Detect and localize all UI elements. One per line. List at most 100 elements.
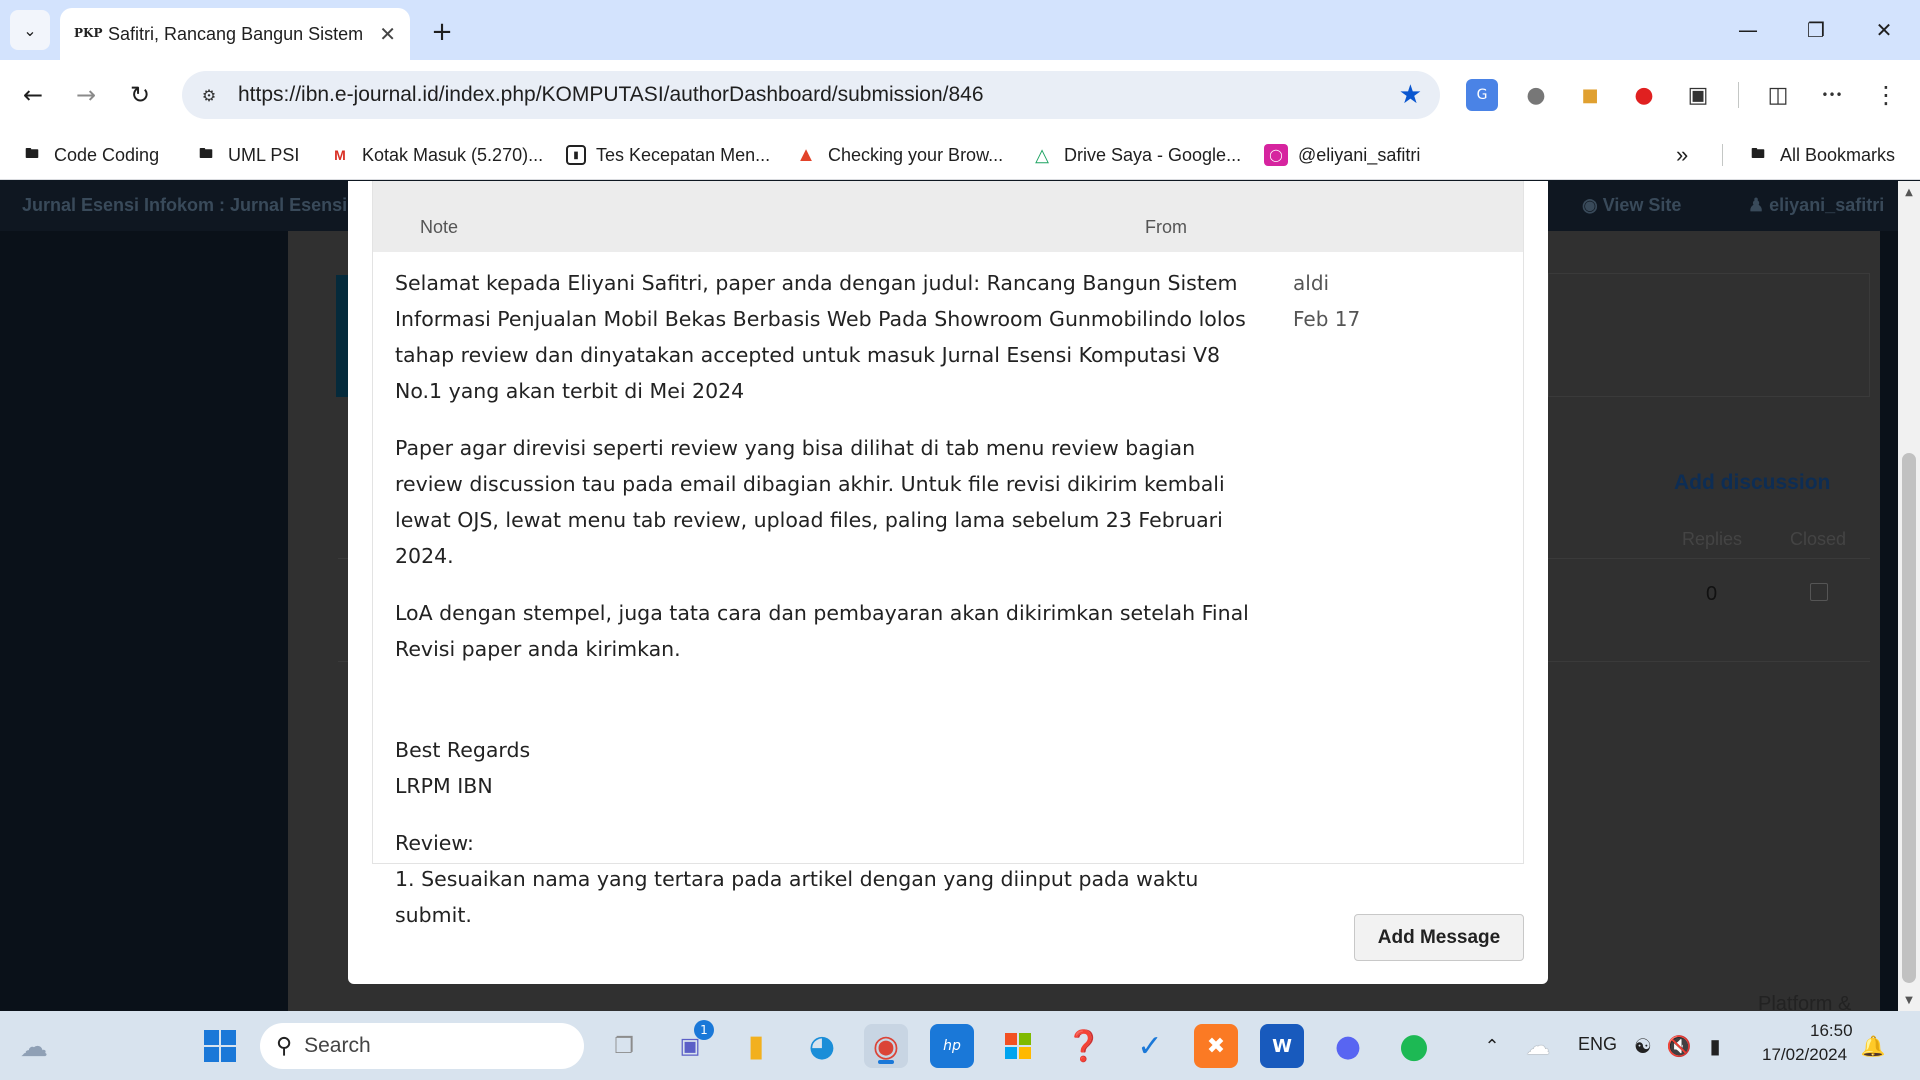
spotify-icon[interactable]: ● [1392, 1024, 1436, 1068]
active-tab[interactable]: PKP Safitri, Rancang Bangun Sistem ✕ [60, 8, 410, 60]
minimize-button[interactable]: — [1718, 10, 1778, 50]
speaker-muted-icon[interactable]: 🔇 [1664, 1024, 1694, 1068]
reload-button[interactable]: ↻ [120, 75, 160, 115]
page-scrollbar[interactable]: ▲ ▼ [1898, 181, 1920, 1011]
browser-toolbar: ← → ↻ ⚙ https://ibn.e-journal.id/index.p… [0, 60, 1920, 130]
clock-time[interactable]: 16:50 [1810, 1021, 1853, 1041]
bookmark-instagram[interactable]: ◯ @eliyani_safitri [1264, 140, 1420, 170]
grammarly-icon[interactable]: ● [1520, 79, 1552, 111]
user-menu[interactable]: ♟ eliyani_safitri [1748, 195, 1884, 216]
bookmark-checking-browser[interactable]: ▲ Checking your Brow... [794, 140, 1003, 170]
chevron-down-icon: ⌄ [23, 20, 37, 40]
record-icon[interactable]: ● [1628, 79, 1660, 111]
note-table-header: Note From [373, 181, 1523, 252]
journal-title[interactable]: Jurnal Esensi Infokom : Jurnal Esensi [22, 195, 347, 216]
gmail-icon: M [334, 147, 346, 163]
url-text[interactable]: https://ibn.e-journal.id/index.php/KOMPU… [238, 83, 1399, 107]
task-view-icon[interactable]: ❐ [602, 1024, 646, 1068]
bookmarks-overflow-icon[interactable]: » [1676, 140, 1688, 170]
teams-badge: 1 [694, 1020, 714, 1040]
note-date: Feb 17 [1293, 307, 1361, 331]
bookmark-speedtest[interactable]: ▮ Tes Kecepatan Men... [566, 140, 770, 170]
notification-bell-icon[interactable]: 🔔 [1858, 1024, 1888, 1068]
folder-icon: 🖿 [199, 145, 213, 161]
discord-icon[interactable]: ● [1326, 1024, 1370, 1068]
eye-icon: ◉ [1582, 195, 1598, 215]
extensions-puzzle-icon[interactable]: ▣ [1682, 79, 1714, 111]
chrome-icon[interactable]: ◉ [864, 1024, 908, 1068]
weather-icon[interactable]: ☁ [12, 1024, 56, 1068]
instagram-icon: ◯ [1264, 144, 1288, 166]
address-bar[interactable]: ⚙ https://ibn.e-journal.id/index.php/KOM… [182, 71, 1440, 119]
battery-icon[interactable]: ▮ [1700, 1024, 1730, 1068]
bookmark-star-icon[interactable]: ★ [1399, 80, 1422, 110]
view-site-label: View Site [1602, 195, 1682, 215]
scroll-thumb[interactable] [1902, 453, 1916, 983]
all-bookmarks[interactable]: 🖿 All Bookmarks [1746, 140, 1895, 170]
add-discussion-link[interactable]: Add discussion [1674, 471, 1830, 495]
view-site-link[interactable]: ◉ View Site [1582, 195, 1681, 216]
file-explorer-icon[interactable]: ▮ [734, 1024, 778, 1068]
tab-search-button[interactable]: ⌄ [10, 10, 50, 50]
tab-strip: ⌄ PKP Safitri, Rancang Bangun Sistem ✕ +… [0, 0, 1920, 60]
edge-icon[interactable]: ◕ [800, 1024, 844, 1068]
profile-icon[interactable]: ••• [1816, 79, 1848, 111]
wifi-icon[interactable]: ☯ [1628, 1024, 1658, 1068]
pkp-favicon-icon: PKP [74, 26, 103, 40]
speedtest-icon: ▮ [566, 145, 586, 165]
note-paragraph: LoA dengan stempel, juga tata cara dan p… [395, 601, 1249, 661]
review-label: Review: [395, 831, 474, 855]
bookmark-gmail[interactable]: M Kotak Masuk (5.270)... [328, 140, 543, 170]
bookmark-uml-psi[interactable]: 🖿 UML PSI [194, 140, 299, 170]
bookmarks-bar: 🖿 Code Coding 🖿 UML PSI M Kotak Masuk (5… [0, 130, 1920, 180]
username: eliyani_safitri [1769, 195, 1885, 215]
bookmark-code-coding[interactable]: 🖿 Code Coding [20, 140, 159, 170]
add-message-button[interactable]: Add Message [1354, 914, 1524, 961]
kebab-menu-icon[interactable]: ⋮ [1870, 79, 1902, 111]
todo-icon[interactable]: ✓ [1128, 1024, 1172, 1068]
microsoft-store-icon[interactable] [996, 1024, 1040, 1068]
ojs-panel [1548, 273, 1870, 397]
teams-icon[interactable]: ▣ 1 [668, 1020, 714, 1068]
regards-line: Best Regards [395, 738, 531, 762]
site-info-icon[interactable]: ⚙ [192, 78, 226, 112]
new-tab-button[interactable]: + [424, 14, 460, 50]
help-icon[interactable]: ❓ [1062, 1024, 1106, 1068]
note-message: Selamat kepada Eliyani Safitri, paper an… [395, 265, 1265, 933]
google-translate-icon[interactable]: G [1466, 79, 1498, 111]
myhp-icon[interactable]: hp [930, 1024, 974, 1068]
forward-button[interactable]: → [66, 75, 106, 115]
bookmark-label: UML PSI [228, 144, 300, 165]
author-name: aldi [1293, 271, 1330, 295]
windows-logo-icon [204, 1030, 236, 1062]
bookmark-label: Kotak Masuk (5.270)... [362, 144, 544, 165]
note-paragraph: Selamat kepada Eliyani Safitri, paper an… [395, 271, 1246, 403]
start-button[interactable] [198, 1024, 242, 1068]
extension-folder-icon[interactable]: ■ [1574, 79, 1606, 111]
restore-button[interactable]: ❐ [1786, 10, 1846, 50]
tray-overflow-icon[interactable]: ⌃ [1470, 1024, 1514, 1068]
close-icon[interactable]: ✕ [379, 22, 396, 46]
all-bookmarks-label: All Bookmarks [1780, 144, 1896, 165]
store-logo-icon [1005, 1033, 1031, 1059]
close-window-button[interactable]: ✕ [1854, 10, 1914, 50]
word-icon[interactable]: W [1260, 1024, 1304, 1068]
scroll-down-icon[interactable]: ▼ [1898, 989, 1920, 1011]
bookmark-drive[interactable]: △ Drive Saya - Google... [1030, 140, 1241, 170]
onedrive-icon[interactable]: ☁ [1516, 1024, 1560, 1068]
active-indicator [878, 1060, 894, 1064]
replies-header: Replies [1682, 529, 1743, 549]
regards-signature: LRPM IBN [395, 774, 493, 798]
xampp-icon[interactable]: ✖ [1194, 1024, 1238, 1068]
language-indicator[interactable]: ENG [1578, 1034, 1617, 1055]
search-placeholder: Search [304, 1034, 371, 1057]
clock-date[interactable]: 17/02/2024 [1762, 1045, 1847, 1065]
discussion-modal: Note From Selamat kepada Eliyani Safitri… [348, 181, 1548, 984]
user-icon: ♟ [1748, 195, 1765, 215]
back-button[interactable]: ← [13, 75, 53, 115]
closed-checkbox[interactable] [1810, 583, 1828, 601]
taskbar-search[interactable]: ⚲ Search [260, 1023, 584, 1069]
side-panel-icon[interactable]: ◫ [1762, 79, 1794, 111]
scroll-up-icon[interactable]: ▲ [1898, 181, 1920, 203]
note-paragraph: Paper agar direvisi seperti review yang … [395, 436, 1225, 568]
